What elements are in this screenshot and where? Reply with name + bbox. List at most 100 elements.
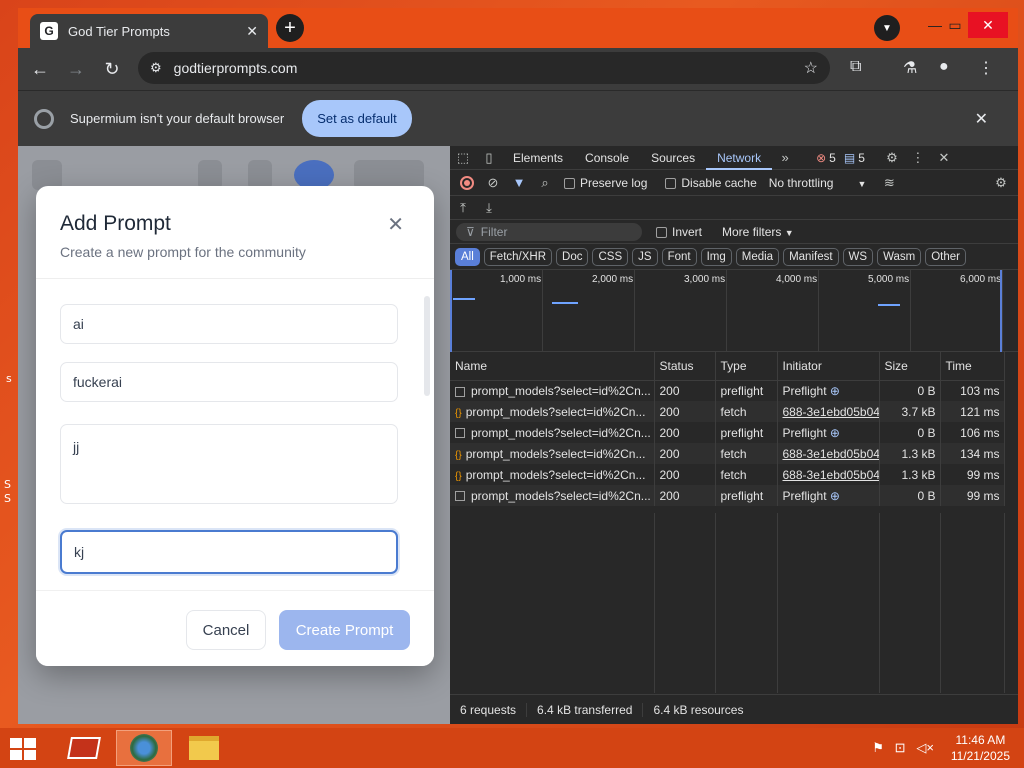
message-count[interactable]: 5	[858, 151, 865, 165]
chip-js[interactable]: JS	[632, 247, 658, 266]
request-initiator[interactable]: Preflight ⊕	[777, 485, 880, 506]
forward-icon[interactable]: →	[58, 59, 94, 80]
cancel-button[interactable]: Cancel	[186, 610, 266, 650]
tab-elements[interactable]: Elements	[502, 146, 574, 170]
message-count-icon[interactable]: ▤	[844, 151, 855, 165]
browser-tab[interactable]: G God Tier Prompts ✕	[30, 14, 268, 48]
back-icon[interactable]: ←	[22, 59, 58, 80]
settings-gear-icon[interactable]: ⚙	[879, 150, 905, 166]
taskbar-file-explorer-icon[interactable]	[176, 730, 232, 766]
devtools-menu-icon[interactable]: ⋮	[905, 150, 931, 166]
network-conditions-icon[interactable]: ≋	[876, 175, 902, 191]
network-request-row[interactable]: prompt_models?select=id%2Cn... 200 preflig…	[450, 380, 1005, 401]
more-tabs-icon[interactable]: »	[772, 150, 798, 165]
tab-close-icon[interactable]: ✕	[246, 23, 258, 40]
chip-font[interactable]: Font	[661, 247, 697, 266]
more-filters-dropdown[interactable]: More filters ▼	[722, 225, 794, 239]
prompt-field-focused[interactable]: kj	[60, 530, 398, 574]
network-request-row[interactable]: {} prompt_models?select=id%2Cn... 200 fetch…	[450, 443, 1005, 464]
request-initiator[interactable]: Preflight ⊕	[777, 380, 880, 401]
chip-wasm[interactable]: Wasm	[877, 247, 922, 266]
tab-console[interactable]: Console	[574, 146, 640, 170]
col-time[interactable]: Time	[940, 352, 1005, 381]
infobar-close-icon[interactable]: ✕	[975, 109, 988, 129]
chip-img[interactable]: Img	[700, 247, 732, 266]
bookmark-star-icon[interactable]: ☆	[804, 58, 818, 78]
extensions-icon[interactable]: ⧉	[850, 58, 861, 76]
url-text[interactable]: godtierprompts.com	[174, 60, 804, 76]
timeline-handle-right[interactable]	[1000, 270, 1002, 352]
set-default-button[interactable]: Set as default	[302, 100, 412, 137]
chip-other[interactable]: Other	[925, 247, 966, 266]
prompt-field-2[interactable]: fuckerai	[60, 362, 398, 402]
col-initiator[interactable]: Initiator	[777, 352, 880, 381]
create-prompt-button[interactable]: Create Prompt	[279, 610, 410, 650]
disable-cache-checkbox[interactable]: Disable cache	[665, 176, 757, 190]
start-button[interactable]	[10, 738, 38, 760]
maximize-button[interactable]: ▭	[940, 12, 970, 38]
request-name[interactable]: prompt_models?select=id%2Cn...	[450, 422, 655, 443]
labs-flask-icon[interactable]: ⚗	[903, 58, 917, 78]
search-icon[interactable]: ⌕	[532, 175, 558, 191]
export-har-icon[interactable]: ⤓	[476, 200, 502, 216]
chip-css[interactable]: CSS	[592, 247, 629, 266]
system-clock[interactable]: 11:46 AM 11/21/2025	[951, 732, 1010, 764]
chip-ws[interactable]: WS	[842, 247, 874, 266]
request-name[interactable]: {} prompt_models?select=id%2Cn...	[450, 464, 655, 485]
device-toolbar-icon[interactable]: ▯	[476, 150, 502, 166]
col-size[interactable]: Size	[879, 352, 941, 381]
network-request-row[interactable]: prompt_models?select=id%2Cn... 200 preflig…	[450, 485, 1005, 506]
network-request-row[interactable]: prompt_models?select=id%2Cn... 200 preflig…	[450, 422, 1005, 443]
site-info-icon[interactable]: ⚙	[150, 60, 162, 76]
profile-icon[interactable]: ●	[939, 58, 949, 76]
request-name[interactable]: {} prompt_models?select=id%2Cn...	[450, 443, 655, 464]
system-tray-icons[interactable]: ⚑ ⊡ ◁×	[872, 740, 934, 756]
prompt-field-1[interactable]: ai	[60, 304, 398, 344]
import-har-icon[interactable]: ⤒	[450, 200, 476, 216]
reload-icon[interactable]: ↻	[94, 59, 130, 80]
taskbar-app-red-icon[interactable]	[56, 730, 112, 766]
network-request-row[interactable]: {} prompt_models?select=id%2Cn... 200 fetch…	[450, 464, 1005, 485]
request-name[interactable]: {} prompt_models?select=id%2Cn...	[450, 401, 655, 422]
throttling-select[interactable]: No throttling ▼	[769, 176, 867, 190]
tab-sources[interactable]: Sources	[640, 146, 706, 170]
preflight-link-icon[interactable]: ⊕	[830, 426, 840, 440]
request-initiator[interactable]: 688-3e1ebd05b04	[777, 401, 880, 422]
window-close-button[interactable]: ✕	[968, 12, 1008, 38]
chip-doc[interactable]: Doc	[556, 247, 589, 266]
request-initiator[interactable]: 688-3e1ebd05b04	[777, 443, 880, 464]
col-name[interactable]: Name	[450, 352, 655, 381]
network-request-row[interactable]: {} prompt_models?select=id%2Cn... 200 fetch…	[450, 401, 1005, 422]
chip-media[interactable]: Media	[735, 247, 780, 266]
modal-scrollbar[interactable]	[424, 296, 430, 396]
preflight-link-icon[interactable]: ⊕	[830, 489, 840, 503]
filter-funnel-icon[interactable]: ▼	[506, 175, 532, 190]
preflight-link-icon[interactable]: ⊕	[830, 384, 840, 398]
chip-fetch-xhr[interactable]: Fetch/XHR	[483, 247, 553, 266]
menu-kebab-icon[interactable]: ⋮	[978, 58, 994, 78]
col-status[interactable]: Status	[654, 352, 716, 381]
invert-checkbox[interactable]: Invert	[656, 225, 702, 239]
clear-icon[interactable]: ⊘	[480, 175, 506, 191]
tab-search-button[interactable]: ▼	[874, 15, 900, 41]
error-count[interactable]: 5	[829, 151, 836, 165]
modal-close-icon[interactable]: ✕	[387, 212, 404, 237]
request-name[interactable]: prompt_models?select=id%2Cn...	[450, 485, 655, 506]
tab-network[interactable]: Network	[706, 146, 773, 170]
request-initiator[interactable]: Preflight ⊕	[777, 422, 880, 443]
inspect-element-icon[interactable]: ⬚	[450, 150, 476, 166]
timeline-handle-left[interactable]	[450, 270, 452, 352]
record-icon[interactable]	[460, 175, 474, 190]
network-settings-icon[interactable]: ⚙	[988, 175, 1014, 191]
new-tab-button[interactable]: +	[276, 14, 304, 42]
address-bar[interactable]: ⚙ godtierprompts.com ☆	[138, 52, 830, 84]
filter-input[interactable]: ⊽ Filter	[456, 222, 642, 241]
prompt-textarea[interactable]: jj	[60, 424, 398, 504]
error-count-icon[interactable]: ⊗	[816, 151, 826, 165]
preserve-log-checkbox[interactable]: Preserve log	[564, 176, 647, 190]
network-overview-timeline[interactable]: 1,000 ms 2,000 ms 3,000 ms 4,000 ms 5,00…	[450, 270, 1018, 352]
devtools-close-icon[interactable]: ✕	[931, 150, 957, 166]
request-initiator[interactable]: 688-3e1ebd05b04	[777, 464, 880, 485]
chip-all[interactable]: All	[455, 247, 480, 266]
chip-manifest[interactable]: Manifest	[783, 247, 839, 266]
